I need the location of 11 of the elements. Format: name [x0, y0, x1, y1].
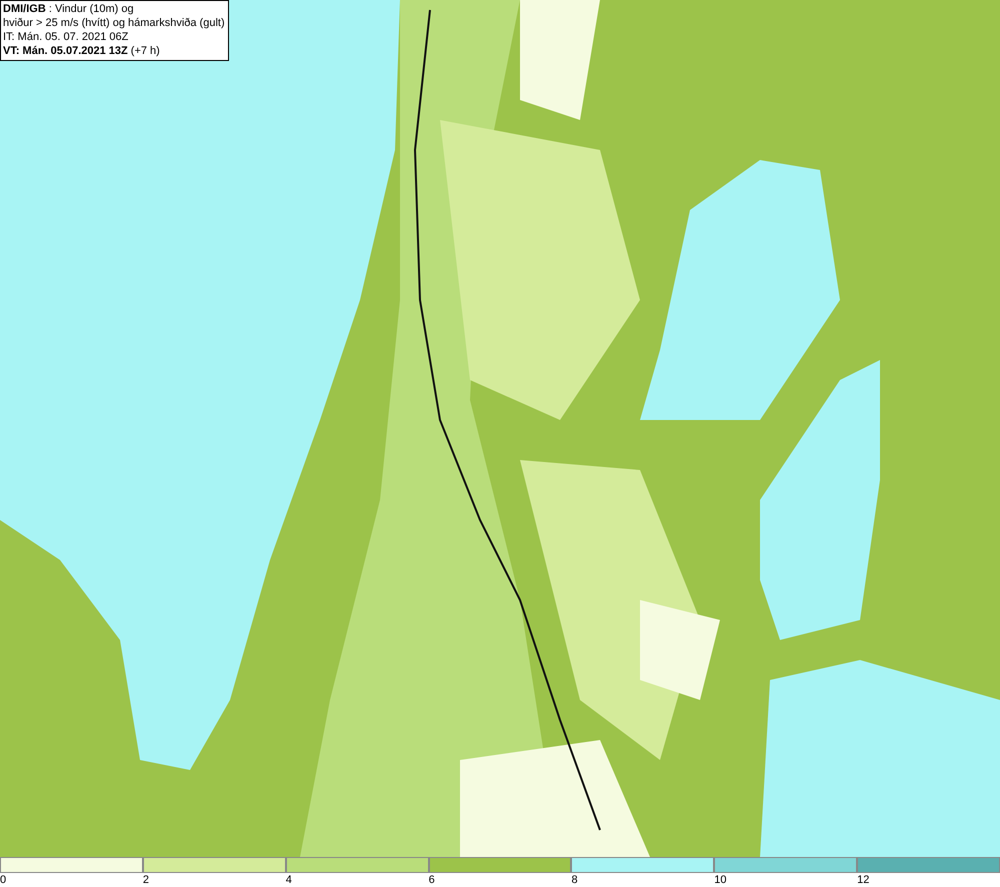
scale-label: 4 [286, 873, 292, 887]
caption-line: hviður > 25 m/s (hvítt) og hámarkshviða (gult) [3, 16, 225, 30]
scale-label: 8 [571, 873, 578, 887]
caption-line: VT: Mán. 05.07.2021 13Z (+7 h) [3, 44, 161, 58]
scale-label: 12 [857, 873, 870, 887]
caption-line: DMI/IGB : Vindur (10m) og [3, 2, 135, 16]
scale-label: 10 [714, 873, 727, 887]
caption-line: IT: Mán. 05. 07. 2021 06Z [3, 30, 130, 44]
scale-label: 6 [428, 873, 435, 887]
scale-label: 2 [142, 873, 149, 887]
scale-label: 0 [0, 873, 6, 887]
